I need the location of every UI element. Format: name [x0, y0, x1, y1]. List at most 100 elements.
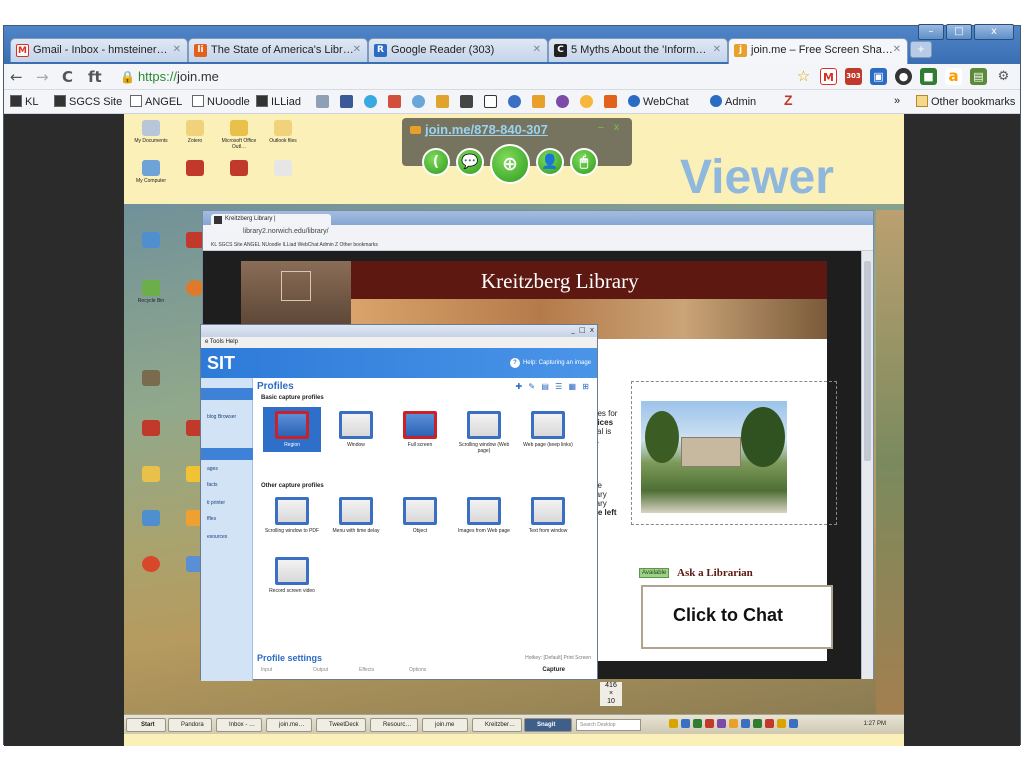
tray-icon[interactable]: [777, 719, 786, 728]
tab-libraries[interactable]: li The State of America's Libr… ✕: [188, 38, 368, 62]
minimize-button[interactable]: –: [918, 24, 944, 40]
wrench-icon[interactable]: ⚙: [995, 68, 1012, 85]
input-tab[interactable]: Input: [261, 667, 272, 673]
g-icon[interactable]: [436, 95, 449, 108]
sidebar-item[interactable]: ffles: [207, 516, 216, 522]
bookmarks-overflow[interactable]: »: [894, 95, 900, 107]
output-tab[interactable]: Output: [313, 667, 328, 673]
tab-gmail[interactable]: M Gmail - Inbox - hmsteiner… ✕: [10, 38, 188, 62]
twitter-icon[interactable]: [364, 95, 377, 108]
plus-circle-icon[interactable]: [508, 95, 521, 108]
joinme-link[interactable]: join.me/878-840-307: [410, 122, 548, 137]
profile-scroll-pdf[interactable]: Scrolling window to PDF: [263, 497, 321, 534]
app-icon[interactable]: [142, 370, 160, 386]
inner-address-bar[interactable]: library2.norwich.edu/library/: [203, 225, 873, 239]
folder-icon[interactable]: [274, 120, 292, 136]
desktop-search-input[interactable]: Search Desktop: [576, 719, 641, 731]
mouse-icon[interactable]: 🖱: [570, 148, 598, 176]
purple-icon[interactable]: [556, 95, 569, 108]
phone-icon[interactable]: (: [422, 148, 450, 176]
profile-web-page[interactable]: Web page (keep links): [519, 411, 577, 448]
outlook-icon[interactable]: [230, 120, 248, 136]
tray-icon[interactable]: [705, 719, 714, 728]
chrome-icon[interactable]: [142, 510, 160, 526]
maximize-button[interactable]: □: [946, 24, 972, 40]
radio-icon[interactable]: [316, 95, 329, 108]
clock[interactable]: 1:27 PM: [864, 721, 886, 727]
taskbar-item[interactable]: Inbox - …: [216, 718, 262, 732]
chat-icon[interactable]: 💬: [456, 148, 484, 176]
effects-tab[interactable]: Effects: [359, 667, 374, 673]
taskbar-item[interactable]: TweetDeck: [316, 718, 366, 732]
tray-icon[interactable]: [765, 719, 774, 728]
puzzle-icon[interactable]: ■: [920, 68, 937, 85]
reader-count-icon[interactable]: 303: [845, 68, 862, 85]
tray-icon[interactable]: [729, 719, 738, 728]
inner-tab-kreitzberg[interactable]: Kreitzberg Library |: [211, 214, 331, 225]
bookmark-admin[interactable]: Admin: [710, 95, 756, 108]
pdf-icon[interactable]: [230, 160, 248, 176]
ask-a-librarian[interactable]: Ask a Librarian: [677, 567, 753, 579]
sidebar-item[interactable]: ti printer: [207, 500, 225, 506]
profile-menu-delay[interactable]: Menu with time delay: [327, 497, 385, 534]
profile-text-window[interactable]: Text from window: [519, 497, 577, 534]
tab-close-icon[interactable]: ✕: [173, 44, 181, 55]
documents-icon[interactable]: [142, 120, 160, 136]
zoom-icon[interactable]: ⊕: [490, 144, 530, 184]
folder-icon[interactable]: [186, 120, 204, 136]
sidebar-item[interactable]: ages: [207, 466, 218, 472]
click-to-chat[interactable]: Click to Chat: [673, 605, 783, 626]
app-icon[interactable]: [142, 556, 160, 572]
inner-scrollbar[interactable]: [861, 251, 873, 679]
bookmark-tool-icon[interactable]: [460, 95, 473, 108]
options-tab[interactable]: Options: [409, 667, 426, 673]
taskbar-item[interactable]: Pandora: [168, 718, 212, 732]
page-icon[interactable]: ▤: [970, 68, 987, 85]
taskbar-item[interactable]: Resourc…: [370, 718, 418, 732]
address-bar[interactable]: 🔒 https://join.me: [116, 67, 851, 87]
profile-images-web[interactable]: Images from Web page: [455, 497, 513, 534]
user-icon[interactable]: 👤: [536, 148, 564, 176]
tab-close-icon[interactable]: ✕: [713, 44, 721, 55]
profile-full-screen[interactable]: Full screen: [391, 411, 449, 448]
scroll-thumb[interactable]: [864, 261, 871, 461]
photo-icon[interactable]: ▣: [870, 68, 887, 85]
facebook-icon[interactable]: [340, 95, 353, 108]
taskbar-item[interactable]: join.me: [422, 718, 468, 732]
tray-icon[interactable]: [681, 719, 690, 728]
taskbar-item[interactable]: Kreitzber…: [472, 718, 522, 732]
snagit-menu-bar[interactable]: e Tools Help: [201, 337, 597, 348]
reload-button[interactable]: C: [62, 68, 73, 86]
bookmark-angel[interactable]: ANGEL: [130, 95, 182, 108]
bookmark-webchat[interactable]: WebChat: [628, 95, 689, 108]
home-button[interactable]: ft: [88, 68, 102, 86]
profile-scrolling-window[interactable]: Scrolling window (Web page): [455, 411, 513, 454]
scrawl-icon[interactable]: [388, 95, 401, 108]
other-bookmarks[interactable]: Other bookmarks: [916, 95, 1015, 108]
tray-icon[interactable]: [753, 719, 762, 728]
tab-close-icon[interactable]: ✕: [533, 44, 541, 55]
user-icon[interactable]: [142, 466, 160, 482]
profile-region[interactable]: Region: [263, 407, 321, 452]
gmail-icon[interactable]: M: [820, 68, 837, 85]
computer-icon[interactable]: [142, 160, 160, 176]
snagit-help-link[interactable]: ? Help: Capturing an image: [509, 358, 591, 368]
close-window-button[interactable]: x: [974, 24, 1014, 40]
tab-google-reader[interactable]: R Google Reader (303) ✕: [368, 38, 548, 62]
profile-window[interactable]: Window: [327, 411, 385, 448]
pdf-icon[interactable]: [186, 160, 204, 176]
profile-toolbar[interactable]: ✚ ✎ ▤ ☰ ▦ ⊞: [515, 382, 591, 391]
blogger-icon[interactable]: [604, 95, 617, 108]
sidebar-item[interactable]: facts: [207, 482, 218, 488]
doc-icon[interactable]: [274, 160, 292, 176]
arc-icon[interactable]: [580, 95, 593, 108]
tray-icon[interactable]: [789, 719, 798, 728]
joinme-icon[interactable]: [532, 95, 545, 108]
bookmark-nuoodle[interactable]: NUoodle: [192, 95, 250, 108]
joinme-close-button[interactable]: x: [614, 122, 619, 133]
circle-link-icon[interactable]: [412, 95, 425, 108]
amazon-icon[interactable]: a: [945, 68, 962, 85]
acrobat-icon[interactable]: [142, 420, 160, 436]
snagit-window-controls[interactable]: _ □ x: [571, 326, 595, 334]
tray-icon[interactable]: [717, 719, 726, 728]
